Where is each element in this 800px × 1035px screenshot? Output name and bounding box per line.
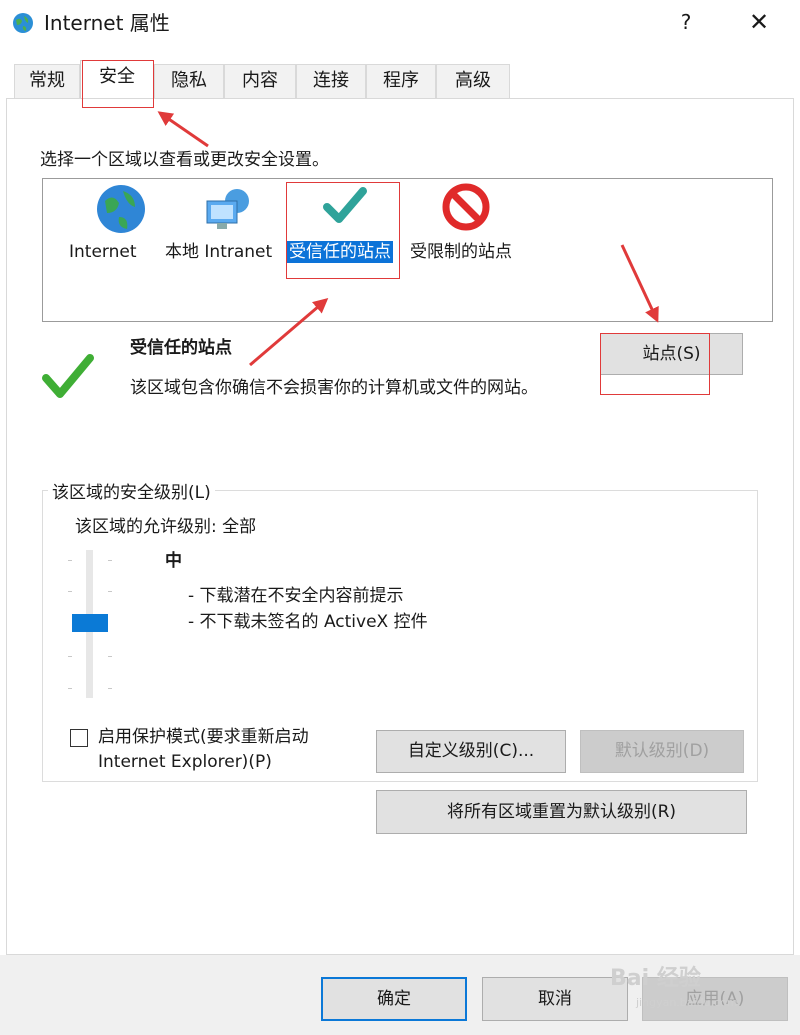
- zone-local-intranet[interactable]: 本地 Intranet: [163, 179, 289, 279]
- close-button[interactable]: ✕: [742, 6, 776, 38]
- cancel-button[interactable]: 取消: [482, 977, 628, 1021]
- default-level-button[interactable]: 默认级别(D): [580, 730, 744, 773]
- restricted-icon: [442, 183, 490, 231]
- level-name: 中: [165, 551, 182, 571]
- custom-level-button[interactable]: 自定义级别(C)...: [376, 730, 566, 773]
- level-desc-line-1: - 下载潜在不安全内容前提示: [188, 586, 404, 606]
- slider-tick: [108, 560, 112, 561]
- tab-advanced[interactable]: 高级: [436, 64, 510, 98]
- annotation-box-sites-button: [600, 333, 710, 395]
- selected-zone-title: 受信任的站点: [130, 338, 232, 358]
- security-level-legend: 该区域的安全级别(L): [48, 478, 215, 503]
- slider-tick: [108, 656, 112, 657]
- zone-select-prompt: 选择一个区域以查看或更改安全设置。: [40, 150, 329, 170]
- tab-general[interactable]: 常规: [14, 64, 80, 98]
- window-title: Internet 属性: [44, 11, 170, 35]
- security-level-slider-thumb[interactable]: [72, 614, 108, 632]
- annotation-box-security-tab: [82, 60, 154, 108]
- baidu-watermark: Bai 经验: [610, 966, 701, 991]
- internet-globe-icon: [13, 13, 33, 33]
- slider-tick: [68, 560, 72, 561]
- slider-tick: [68, 591, 72, 592]
- globe-icon: [97, 185, 145, 233]
- protected-mode-label: 启用保护模式(要求重新启动 Internet Explorer)(P): [98, 727, 309, 772]
- zone-label-internet: Internet: [69, 242, 137, 262]
- help-button[interactable]: ?: [674, 8, 698, 36]
- reset-all-zones-button[interactable]: 将所有区域重置为默认级别(R): [376, 790, 747, 834]
- allowed-level-text: 该区域的允许级别: 全部: [75, 517, 257, 537]
- selected-zone-description: 该区域包含你确信不会损害你的计算机或文件的网站。: [130, 378, 538, 398]
- tab-connections[interactable]: 连接: [296, 64, 366, 98]
- slider-tick: [68, 688, 72, 689]
- intranet-icon: [206, 189, 249, 229]
- trusted-zone-checkmark-icon: [42, 354, 94, 398]
- tab-programs[interactable]: 程序: [366, 64, 436, 98]
- tab-content[interactable]: 内容: [224, 64, 296, 98]
- baidu-watermark-url: jingyan.baidu.com: [636, 996, 738, 1009]
- zone-restricted-sites[interactable]: 受限制的站点: [408, 179, 528, 279]
- slider-tick: [108, 688, 112, 689]
- ok-button[interactable]: 确定: [321, 977, 467, 1021]
- zone-label-intranet: 本地 Intranet: [165, 242, 273, 262]
- zone-internet[interactable]: Internet: [63, 179, 173, 279]
- annotation-box-trusted-sites: [286, 182, 400, 279]
- title-bar: Internet 属性 ? ✕: [0, 0, 800, 48]
- slider-tick: [108, 591, 112, 592]
- protected-mode-checkbox[interactable]: [70, 729, 88, 747]
- level-desc-line-2: - 不下载未签名的 ActiveX 控件: [188, 612, 428, 632]
- slider-tick: [68, 656, 72, 657]
- zone-list: Internet 本地 Intranet 受信任的站点 受限制的站点: [42, 178, 773, 322]
- zone-label-restricted: 受限制的站点: [410, 242, 512, 262]
- tab-privacy[interactable]: 隐私: [154, 64, 224, 98]
